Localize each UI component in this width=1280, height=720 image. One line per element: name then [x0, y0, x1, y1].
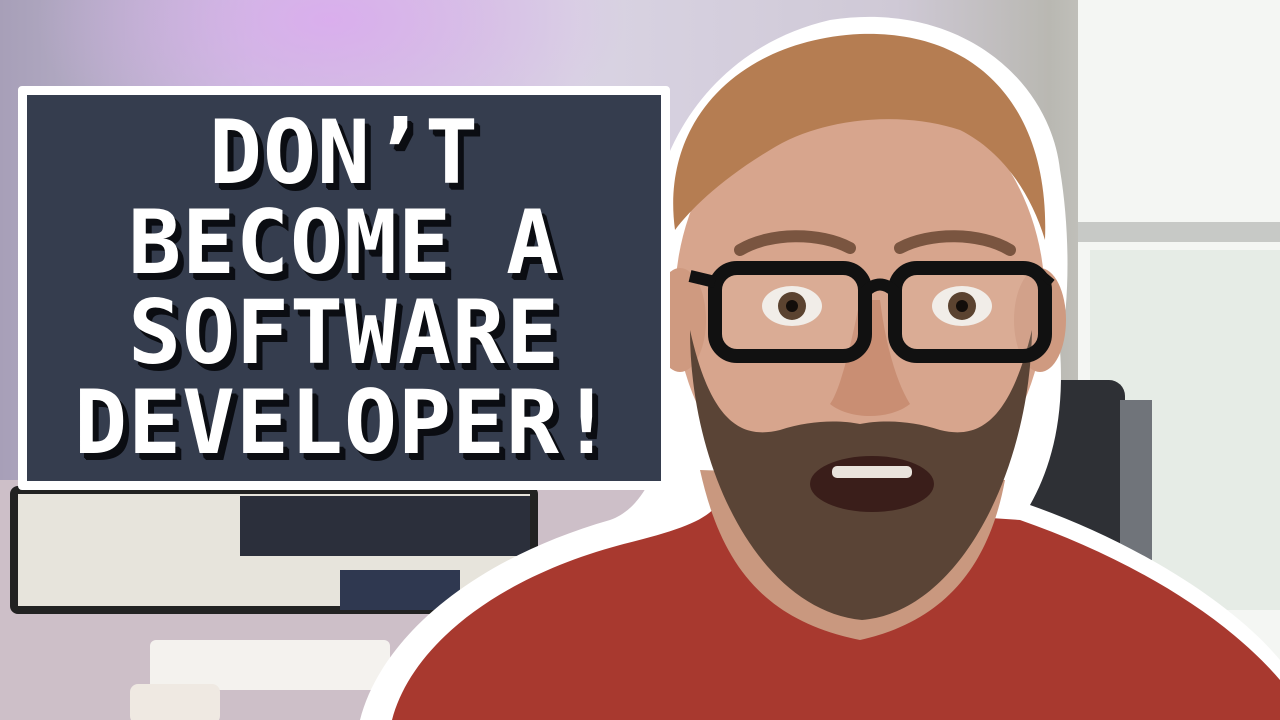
headline-line-3: SOFTWARE — [128, 281, 560, 384]
right-pupil — [956, 300, 968, 312]
window-mullion — [1078, 222, 1280, 242]
left-temple — [688, 270, 717, 288]
mug — [130, 684, 220, 720]
headline-line-4: DEVELOPER! — [74, 371, 614, 474]
headline-caption-box: DON’T BECOME A SOFTWARE DEVELOPER! — [18, 86, 670, 490]
keyboard — [150, 640, 390, 690]
right-temple — [1040, 272, 1055, 286]
mouth — [810, 456, 934, 512]
monitor-screen-glow — [240, 496, 530, 556]
headline-line-1: DON’T — [209, 101, 479, 204]
thumbnail-scene: DON’T BECOME A SOFTWARE DEVELOPER! — [0, 0, 1280, 720]
left-pupil — [786, 300, 798, 312]
headline-line-2: BECOME A — [128, 191, 560, 294]
teeth — [832, 466, 912, 478]
speaker — [1120, 400, 1152, 560]
